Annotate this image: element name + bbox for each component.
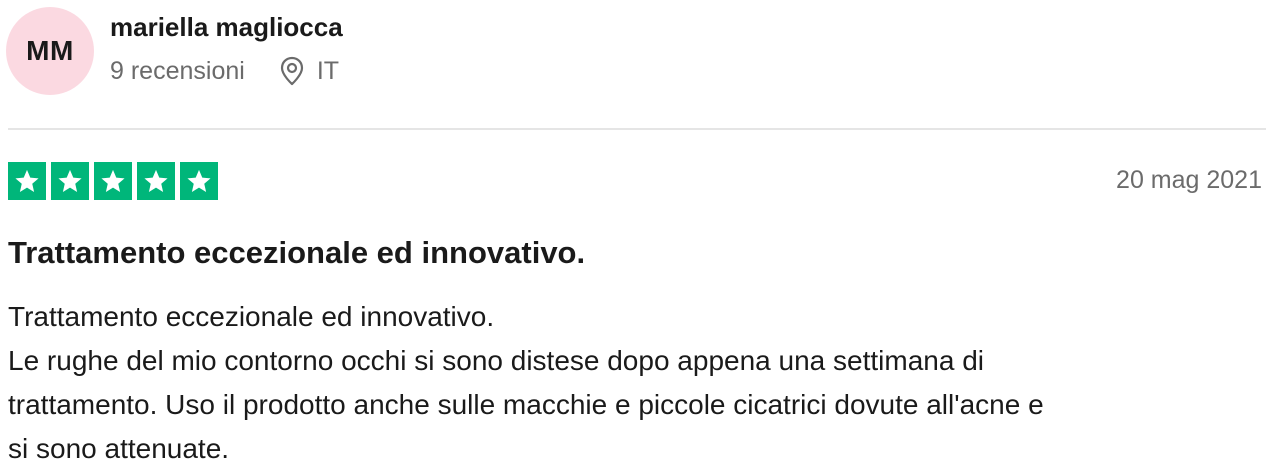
avatar[interactable]: MM	[6, 7, 94, 95]
avatar-initials: MM	[26, 35, 74, 66]
review-body: Trattamento eccezionale ed innovativo. L…	[8, 295, 1258, 471]
star-icon	[8, 162, 46, 200]
star-icon	[137, 162, 175, 200]
review-card: MM mariella magliocca 9 recensioni IT 20…	[0, 0, 1270, 476]
review-title[interactable]: Trattamento eccezionale ed innovativo.	[8, 235, 585, 271]
review-body-line: Le rughe del mio contorno occhi si sono …	[8, 345, 984, 376]
star-icon	[94, 162, 132, 200]
reviews-count: 9 recensioni	[110, 56, 245, 85]
review-body-line: si sono attenuate.	[8, 433, 230, 464]
star-icon	[180, 162, 218, 200]
reviewer-country: IT	[316, 56, 340, 85]
review-body-line: trattamento. Uso il prodotto anche sulle…	[8, 389, 1044, 420]
star-icon	[51, 162, 89, 200]
star-rating	[8, 162, 223, 200]
reviewer-name[interactable]: mariella magliocca	[110, 12, 343, 43]
divider	[8, 128, 1266, 130]
review-body-line: Trattamento eccezionale ed innovativo.	[8, 301, 495, 332]
location-pin-icon	[279, 56, 305, 86]
review-date: 20 mag 2021	[1116, 166, 1262, 194]
reviewer-meta: 9 recensioni IT	[110, 56, 339, 86]
